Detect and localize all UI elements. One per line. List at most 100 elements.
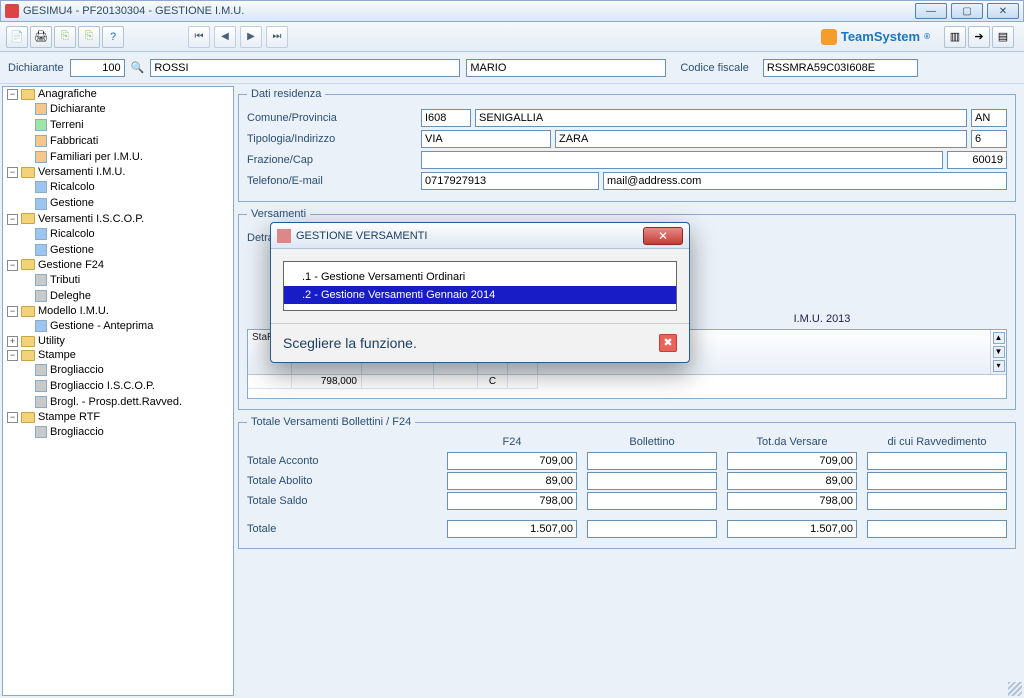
telefono-input[interactable] [421,172,599,190]
tree-node-stampe[interactable]: Stampe [38,349,76,361]
window-close-button[interactable]: ✕ [987,3,1019,19]
tree-toggle[interactable]: + [7,336,18,347]
toolbar-print-button[interactable]: 🖨 [30,26,52,48]
tree-toggle[interactable]: − [7,306,18,317]
acconto-bol[interactable] [587,452,717,470]
scroll-up-icon[interactable]: ▲ [993,332,1005,344]
totale-tot[interactable] [727,520,857,538]
tree-toggle[interactable]: − [7,350,18,361]
nav-next-button[interactable]: ▶ [240,26,262,48]
totale-ravv[interactable] [867,520,1007,538]
acconto-f24[interactable] [447,452,577,470]
tree-node-deleghe[interactable]: Deleghe [50,290,91,302]
dialog-options-list: .1 - Gestione Versamenti Ordinari .2 - G… [283,261,677,311]
saldo-ravv[interactable] [867,492,1007,510]
totale-f24[interactable] [447,520,577,538]
col-f24: F24 [447,436,577,448]
tree-toggle[interactable]: − [7,167,18,178]
toolbar-right-1[interactable]: ▥ [944,26,966,48]
saldo-tot[interactable] [727,492,857,510]
abolito-bol[interactable] [587,472,717,490]
tree-node-dichiarante[interactable]: Dichiarante [50,103,106,115]
saldo-bol[interactable] [587,492,717,510]
window-maximize-button[interactable]: ▢ [951,3,983,19]
comune-input[interactable] [475,109,967,127]
leaf-icon [35,135,47,147]
folder-icon [21,259,35,270]
acconto-ravv[interactable] [867,452,1007,470]
comune-code-input[interactable] [421,109,471,127]
tree-node-versamenti-imu[interactable]: Versamenti I.M.U. [38,166,125,178]
tree-node-gestione[interactable]: Gestione [50,197,94,209]
tree-node-ricalcolo[interactable]: Ricalcolo [50,181,95,193]
saldo-f24[interactable] [447,492,577,510]
tree-toggle[interactable]: − [7,89,18,100]
tree-node-ricalcolo-2[interactable]: Ricalcolo [50,228,95,240]
acconto-tot[interactable] [727,452,857,470]
app-icon [5,4,19,18]
tree-toggle[interactable]: − [7,214,18,225]
nav-last-button[interactable]: ⏭ [266,26,288,48]
tree-node-familiari[interactable]: Familiari per I.M.U. [50,151,143,163]
tree-node-gestione-f24[interactable]: Gestione F24 [38,259,104,271]
tree-node-brogliaccio-iscop[interactable]: Brogliaccio I.S.C.O.P. [50,380,155,392]
toolbar-help-button[interactable]: ? [102,26,124,48]
dialog-option-1[interactable]: .1 - Gestione Versamenti Ordinari [284,268,676,286]
tree-node-brogliaccio-rtf[interactable]: Brogliaccio [50,426,104,438]
abolito-f24[interactable] [447,472,577,490]
col-ravvedimento: di cui Ravvedimento [867,436,1007,448]
abolito-ravv[interactable] [867,472,1007,490]
resize-grip-icon[interactable] [1008,682,1022,696]
tree-node-gestione-anteprima[interactable]: Gestione - Anteprima [50,320,153,332]
declarant-name-input[interactable] [466,59,666,77]
abolito-label: Totale Abolito [247,475,437,487]
tree-node-anagrafiche[interactable]: Anagrafiche [38,88,97,100]
abolito-tot[interactable] [727,472,857,490]
scroll-down-icon[interactable]: ▾ [993,360,1005,372]
window-minimize-button[interactable]: — [915,3,947,19]
scroll-down-icon[interactable]: ▼ [993,346,1005,358]
tree-node-versamenti-iscop[interactable]: Versamenti I.S.C.O.P. [38,213,144,225]
frazione-input[interactable] [421,151,943,169]
declarant-surname-input[interactable] [150,59,460,77]
grid-scrollbar[interactable]: ▲ ▼ ▾ [990,330,1006,374]
tree-toggle[interactable]: − [7,260,18,271]
email-input[interactable] [603,172,1007,190]
civico-input[interactable] [971,130,1007,148]
toolbar-right-3[interactable]: ▤ [992,26,1014,48]
provincia-input[interactable] [971,109,1007,127]
tree-toggle[interactable]: − [7,412,18,423]
nav-first-button[interactable]: ⏮ [188,26,210,48]
toolbar-btn-3[interactable]: ⎘ [54,26,76,48]
dialog-close-button[interactable]: ✕ [643,227,683,245]
tree-node-brogl-ravved[interactable]: Brogl. - Prosp.dett.Ravved. [50,396,182,408]
tree-node-stampe-rtf[interactable]: Stampe RTF [38,411,100,423]
totale-bol[interactable] [587,520,717,538]
nav-prev-button[interactable]: ◀ [214,26,236,48]
dialog-option-2[interactable]: .2 - Gestione Versamenti Gennaio 2014 [284,286,676,304]
grid-cell-saldo: 798,000 [292,375,362,389]
tree-node-terreni[interactable]: Terreni [50,119,84,131]
tree-node-fabbricati[interactable]: Fabbricati [50,135,98,147]
navigation-tree[interactable]: − Anagrafiche Dichiarante Terreni Fabbric… [2,86,234,696]
declarant-code-input[interactable] [70,59,125,77]
tree-node-tributi[interactable]: Tributi [50,274,80,286]
tree-node-gestione-2[interactable]: Gestione [50,244,94,256]
indirizzo-input[interactable] [555,130,967,148]
toolbar-btn-4[interactable]: ⎘ [78,26,100,48]
toolbar-btn-1[interactable]: 📄 [6,26,28,48]
dialog-titlebar[interactable]: GESTIONE VERSAMENTI ✕ [271,223,689,249]
tree-node-utility[interactable]: Utility [38,335,65,347]
tree-node-modello-imu[interactable]: Modello I.M.U. [38,305,109,317]
folder-icon [21,306,35,317]
residenza-fieldset: Dati residenza Comune/Provincia Tipologi… [238,88,1016,202]
search-icon[interactable]: 🔍 [131,61,145,74]
declarant-cf-input[interactable] [763,59,918,77]
totali-legend: Totale Versamenti Bollettini / F24 [247,416,415,428]
cap-input[interactable] [947,151,1007,169]
tipologia-input[interactable] [421,130,551,148]
toolbar-right-2[interactable]: ➔ [968,26,990,48]
dialog-cancel-button[interactable]: ✖ [659,334,677,352]
table-row[interactable]: 798,000 C [248,375,1006,389]
tree-node-brogliaccio[interactable]: Brogliaccio [50,364,104,376]
